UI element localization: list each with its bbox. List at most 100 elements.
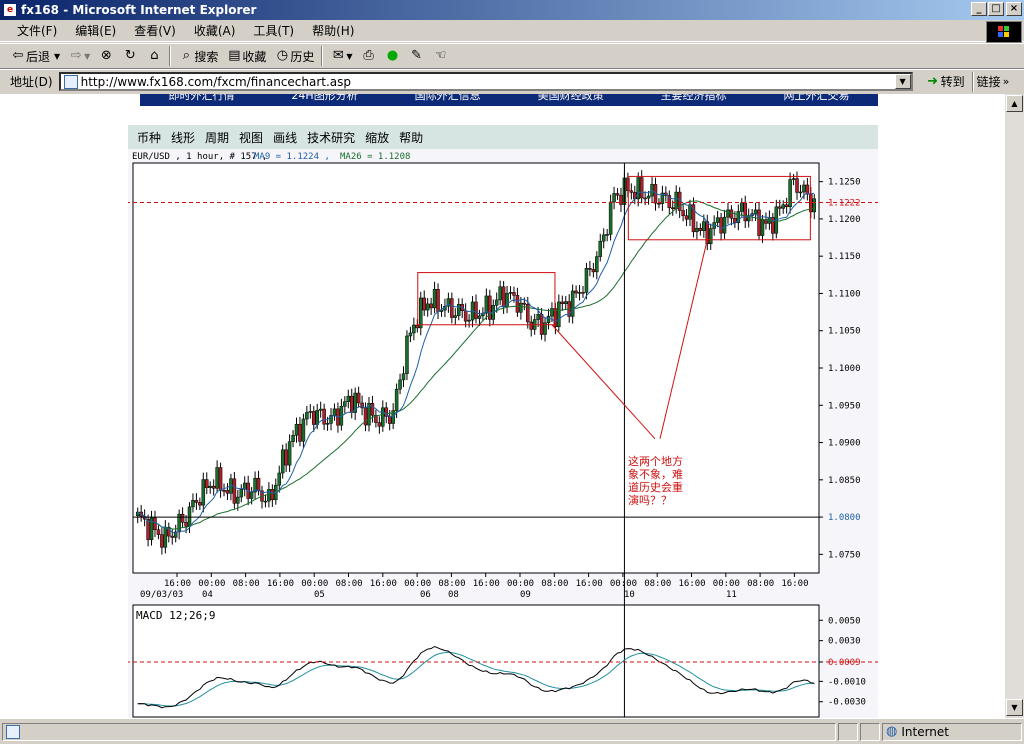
price-chart[interactable]: EUR/USD , 1 hour, # 157 , MA9 = 1.1224 ,… [128,149,878,718]
time-tick-label: 08:00 [541,579,568,589]
stop-button[interactable]: ⊗ [94,45,118,67]
candle-body [453,315,458,318]
candle-body [757,209,761,236]
candle-body [798,191,803,194]
price-tick-label: 1.0800 [828,513,861,523]
chart-menu-view[interactable]: 视图 [239,129,263,146]
macd-label: MACD 12;26;9 [136,609,215,622]
go-button[interactable]: ➜ 转到 [921,71,969,93]
forward-button[interactable]: ⇨ ▼ [64,45,94,67]
vertical-scrollbar[interactable]: ▲ ▼ [1005,94,1024,718]
macd-tick-label: -0.0030 [828,698,866,708]
links-label[interactable]: 链接 [977,73,1001,90]
history-button[interactable]: ◷ 历史 [270,45,318,67]
chart-menu-zoom[interactable]: 缩放 [365,129,389,146]
mail-dropdown-icon[interactable]: ▼ [346,52,352,61]
candle-body [346,395,351,402]
scroll-down-icon[interactable]: ▼ [1006,699,1023,716]
home-button[interactable]: ⌂ [142,45,166,67]
edit-button[interactable]: ✎ [405,45,429,67]
menu-edit[interactable]: 编辑(E) [66,22,125,39]
address-bar: 地址(D) http://www.fx168.com/fxcm/financec… [0,69,1024,93]
menu-view[interactable]: 查看(V) [125,22,185,39]
search-label: 搜索 [194,49,219,64]
candle-body [740,202,744,212]
maximize-button[interactable]: □ [988,2,1004,16]
go-label: 转到 [940,75,965,89]
chart-menu-draw[interactable]: 画线 [273,129,297,146]
candle-body [291,435,295,442]
back-button[interactable]: ⇦ 后退 ▼ [6,45,64,67]
back-dropdown-icon[interactable]: ▼ [54,52,60,61]
candle-body [408,332,413,337]
price-tick-label: 1.1000 [828,364,861,374]
chart-menu-period[interactable]: 周期 [205,129,229,146]
minimize-button[interactable]: _ [971,2,987,16]
address-input[interactable]: http://www.fx168.com/fxcm/financechart.a… [58,72,913,91]
candle-body [377,422,382,427]
candle-body [674,191,678,209]
msn-button[interactable]: ● [381,45,405,67]
chart-menu-studies[interactable]: 技术研究 [307,129,355,146]
candle-body [494,299,499,306]
price-plot-area [132,162,820,574]
back-label: 后退 [26,49,51,64]
candle-body [256,477,261,492]
candle-body [205,479,209,488]
candle-body [467,319,471,322]
search-button[interactable]: ⌕ 搜索 [174,45,222,67]
favorites-button[interactable]: ▤ 收藏 [222,45,270,67]
chart-header-ma26: MA26 = 1.1208 [340,152,410,162]
candle-body [591,269,596,273]
candle-body [201,479,206,506]
macd-plot-area [132,604,820,718]
page-content: 即时外汇行情 24H图形分析 国际外汇信息 美国财经政策 主要经济指标 网上外汇… [0,94,1005,718]
address-url[interactable]: http://www.fx168.com/fxcm/financechart.a… [81,75,351,89]
nav-link-policy[interactable]: 美国财经政策 [538,94,604,102]
candle-body [343,401,347,407]
chart-menu-linetype[interactable]: 线形 [171,129,195,146]
candle-body [702,221,706,231]
price-tick-label: 1.1200 [828,215,861,225]
nav-link-news[interactable]: 国际外汇信息 [415,94,481,102]
candle-body [729,209,734,219]
nav-link-quotes[interactable]: 即时外汇行情 [168,94,234,102]
menu-file[interactable]: 文件(F) [8,22,66,39]
chart-menu-currency[interactable]: 币种 [137,129,161,146]
menu-help[interactable]: 帮助(H) [303,22,363,39]
candle-body [715,217,720,223]
candle-body [325,423,330,425]
scroll-up-icon[interactable]: ▲ [1006,95,1023,112]
candle-body [643,197,647,200]
menu-tools[interactable]: 工具(T) [244,22,303,39]
links-chevron-icon[interactable]: » [1003,75,1010,88]
forward-dropdown-icon[interactable]: ▼ [84,52,90,61]
back-arrow-icon: ⇦ [12,48,24,63]
nav-link-trading[interactable]: 网上外汇交易 [784,94,850,102]
candle-body [684,215,689,220]
candle-body [270,489,275,501]
date-label: 11 [726,590,737,600]
menu-favorites[interactable]: 收藏(A) [185,22,245,39]
page-icon [63,74,78,89]
nav-link-indicators[interactable]: 主要经济指标 [661,94,727,102]
candle-body [577,292,582,294]
print-button[interactable]: ⎙ [357,45,381,67]
chart-header-symbol: EUR/USD , 1 hour, # 157 , [132,152,267,162]
history-label: 历史 [290,49,315,64]
close-button[interactable]: × [1006,2,1022,16]
date-label: 10 [624,590,635,600]
date-label: 06 [420,590,431,600]
candle-body [356,392,361,404]
nav-link-analysis[interactable]: 24H图形分析 [291,94,357,102]
time-tick-label: 00:00 [713,579,740,589]
chart-menu-help[interactable]: 帮助 [399,129,423,146]
mail-button[interactable]: ✉ ▼ [326,45,356,67]
status-panel-security [860,722,880,741]
refresh-button[interactable]: ↻ [118,45,142,67]
address-dropdown-icon[interactable]: ▼ [894,74,911,89]
candle-body [191,500,195,508]
discuss-button[interactable]: ☜ [429,45,453,67]
macd-tick-label: 0.0050 [828,616,861,626]
time-tick-label: 00:00 [507,579,534,589]
